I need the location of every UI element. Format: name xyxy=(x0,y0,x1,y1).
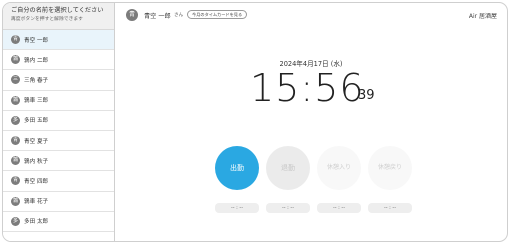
current-seconds: 39 xyxy=(358,88,375,103)
employee-list: 青 青空 一郎 鶉 鶉内 二郎 三 三角 春子 鶉 鶉車 三郎 多 多田 五郎 … xyxy=(3,30,114,232)
avatar: 鶉 xyxy=(11,55,20,65)
employee-item[interactable]: 青 青空 四郎 xyxy=(3,171,114,192)
break-end-button[interactable]: 休憩戻り xyxy=(368,146,412,190)
avatar: 青 xyxy=(11,176,20,186)
current-time: 15:56 xyxy=(250,66,365,110)
avatar: 青 xyxy=(11,136,20,146)
break-start-button[interactable]: 休憩入り xyxy=(317,146,361,190)
employee-item[interactable]: 鶉 鶉車 三郎 xyxy=(3,91,114,111)
employee-sidebar: ご自分の名前を選択してください 再度ボタンを押すと解除できます 青 青空 一郎 … xyxy=(3,3,115,241)
employee-name: 青空 夏子 xyxy=(24,138,49,145)
employee-name: 鶉車 花子 xyxy=(24,199,49,206)
employee-name: 多田 五郎 xyxy=(24,118,49,125)
avatar: 多 xyxy=(11,115,20,125)
employee-item[interactable]: 多 多田 五郎 xyxy=(3,111,114,131)
employee-name: 多田 太郎 xyxy=(24,219,49,226)
user-honorific: さん xyxy=(174,13,184,18)
sidebar-subtitle: 再度ボタンを押すと解除できます xyxy=(11,17,83,22)
timeclock-panel: 青 青空 一郎 さん 今月のタイムカードを見る Air 居酒屋 2024年4月1… xyxy=(115,3,507,241)
employee-name: 青空 一郎 xyxy=(24,37,49,44)
clock-in-button[interactable]: 出勤 xyxy=(215,146,259,190)
avatar: 三 xyxy=(11,75,20,85)
avatar: 鶉 xyxy=(11,95,20,105)
clock-in-time: -- : -- xyxy=(215,203,259,213)
employee-name: 鶉車 三郎 xyxy=(24,98,49,105)
avatar: 鶉 xyxy=(11,196,20,206)
employee-name: 鶉内 二郎 xyxy=(24,57,49,64)
employee-item[interactable]: 多 多田 太郎 xyxy=(3,212,114,232)
clock-out-button[interactable]: 退勤 xyxy=(266,146,310,190)
employee-item[interactable]: 鶉 鶉内 秋子 xyxy=(3,151,114,172)
employee-item[interactable]: 三 三角 春子 xyxy=(3,70,114,91)
app-window: ご自分の名前を選択してください 再度ボタンを押すと解除できます 青 青空 一郎 … xyxy=(2,2,508,242)
clock-out-time: -- : -- xyxy=(266,203,310,213)
avatar: 多 xyxy=(11,216,20,226)
user-name: 青空 一郎 xyxy=(144,13,171,20)
avatar: 青 xyxy=(11,35,20,45)
user-avatar: 青 xyxy=(126,9,138,21)
store-brand: Air 居酒屋 xyxy=(468,13,497,20)
employee-item[interactable]: 鶉 鶉内 二郎 xyxy=(3,50,114,71)
employee-item[interactable]: 青 青空 夏子 xyxy=(3,131,114,152)
employee-name: 三角 春子 xyxy=(24,77,49,84)
avatar: 鶉 xyxy=(11,156,20,166)
break-end-time: -- : -- xyxy=(368,203,412,213)
break-start-time: -- : -- xyxy=(317,203,361,213)
employee-item-selected[interactable]: 青 青空 一郎 xyxy=(3,30,114,51)
sidebar-title: ご自分の名前を選択してください xyxy=(11,7,104,14)
sidebar-header: ご自分の名前を選択してください 再度ボタンを押すと解除できます xyxy=(3,3,114,30)
employee-name: 鶉内 秋子 xyxy=(24,158,49,165)
view-timecard-button[interactable]: 今月のタイムカードを見る xyxy=(187,10,248,19)
employee-item[interactable]: 鶉 鶉車 花子 xyxy=(3,192,114,212)
employee-name: 青空 四郎 xyxy=(24,178,49,185)
